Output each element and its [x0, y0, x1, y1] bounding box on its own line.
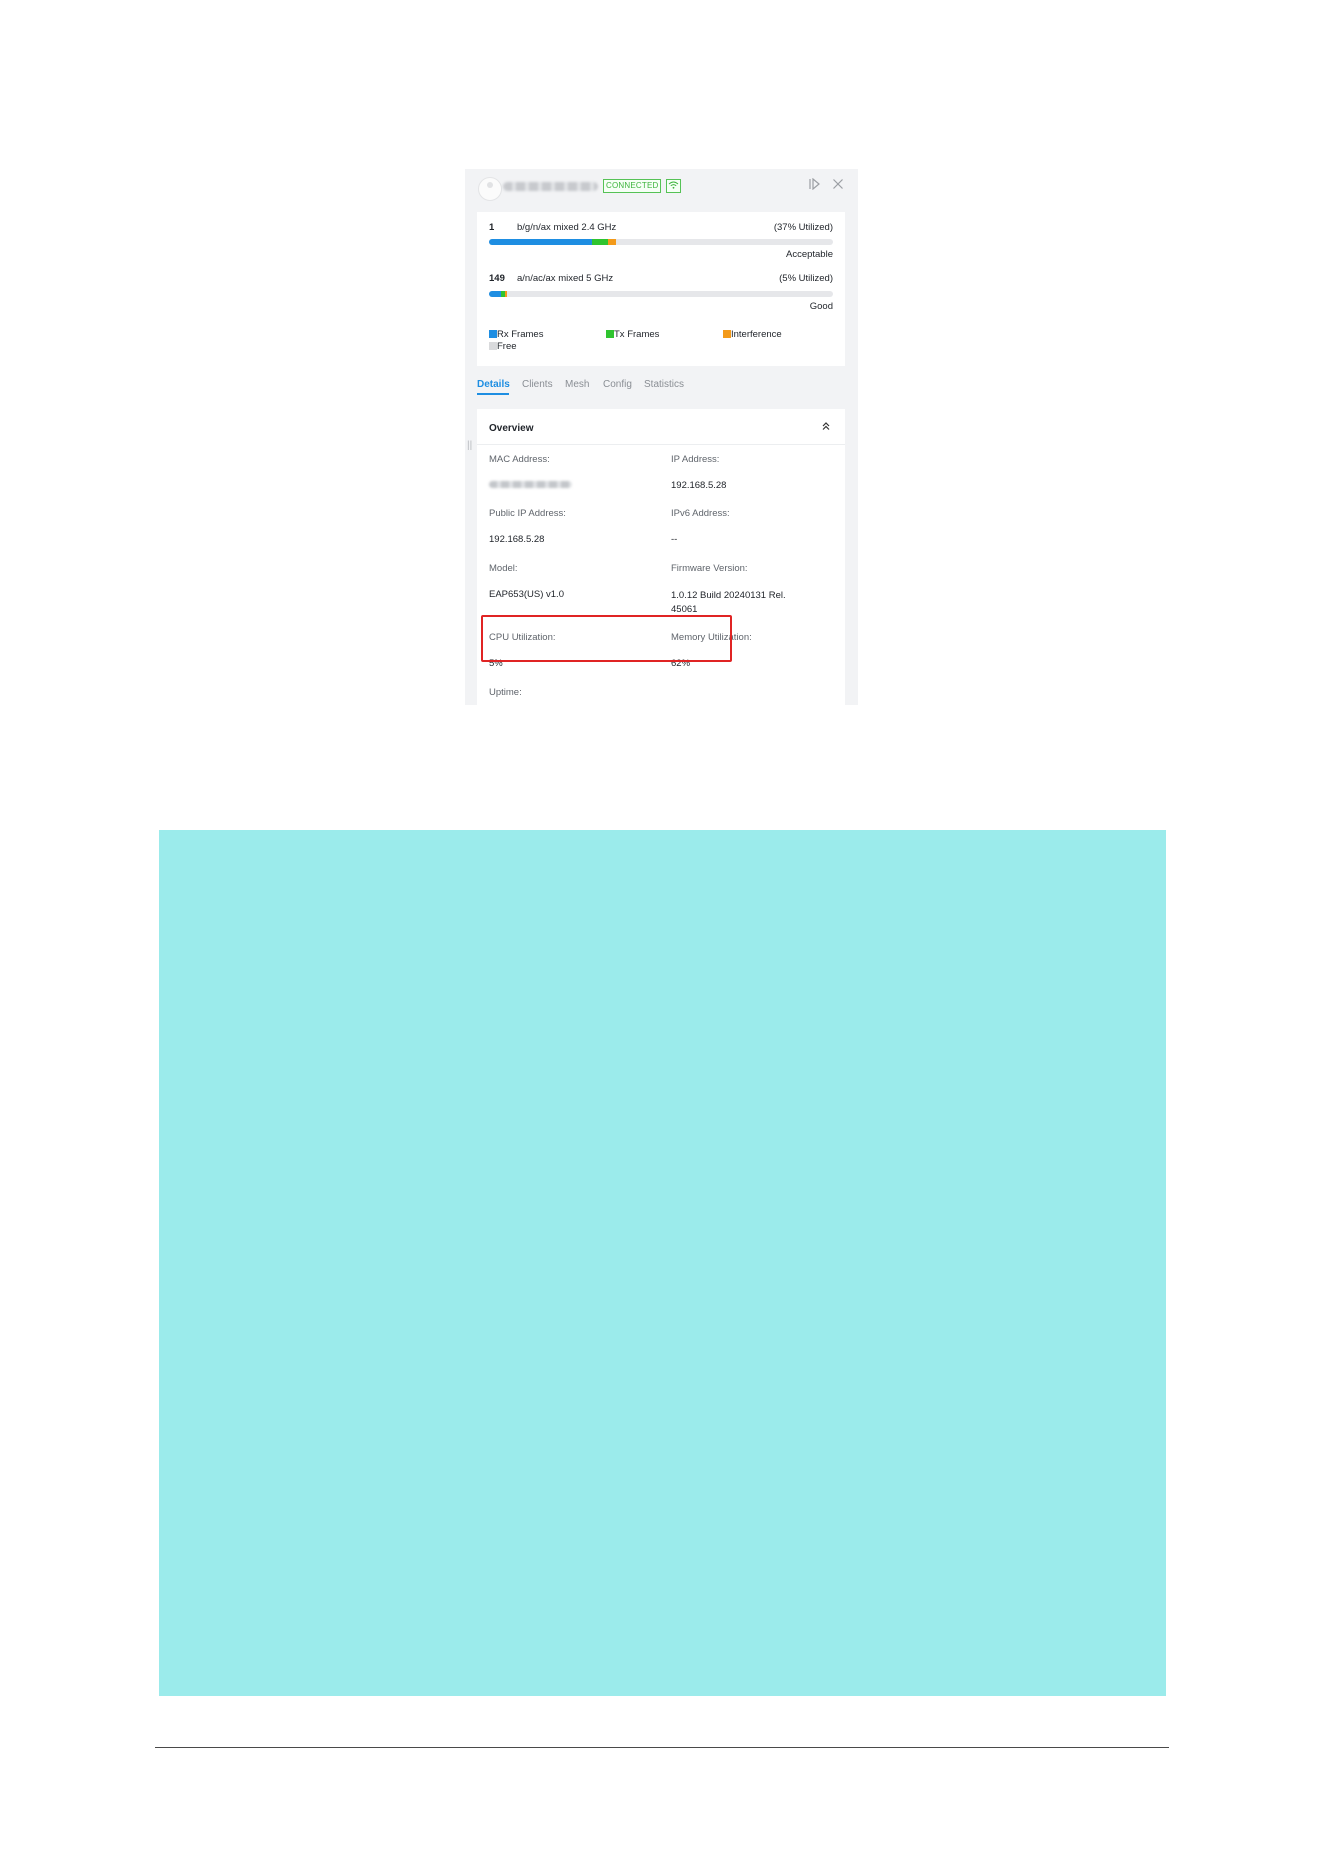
- mac-address-value-blurred: [489, 481, 572, 488]
- model-value: EAP653(US) v1.0: [489, 589, 564, 600]
- firmware-value: 1.0.12 Build 20240131 Rel. 45061: [671, 590, 786, 615]
- device-detail-panel: CONNECTED 1 b/g/n/ax mixed 2.4 GHz (37% …: [465, 169, 858, 705]
- overview-title: Overview: [489, 423, 534, 434]
- legend-interference-swatch: [723, 330, 731, 338]
- close-icon[interactable]: [832, 178, 844, 193]
- public-ip-value: 192.168.5.28: [489, 534, 545, 545]
- rx-segment: [489, 239, 593, 245]
- ipv6-value: --: [671, 534, 678, 545]
- interference-segment: [505, 291, 507, 297]
- legend-free-label: Free: [497, 341, 517, 352]
- ipv6-label: IPv6 Address:: [671, 508, 730, 519]
- radio-mode: a/n/ac/ax mixed 5 GHz: [517, 273, 614, 284]
- interference-segment: [607, 239, 617, 245]
- radio-utilization-card: 1 b/g/n/ax mixed 2.4 GHz (37% Utilized) …: [477, 212, 845, 366]
- firmware-label: Firmware Version:: [671, 563, 748, 574]
- quality-label: Acceptable: [785, 249, 833, 260]
- ip-address-label: IP Address:: [671, 454, 720, 465]
- overview-divider: [477, 444, 845, 445]
- utilization-bar-24ghz: [489, 239, 833, 245]
- ip-address-value: 192.168.5.28: [671, 480, 727, 491]
- tab-statistics[interactable]: Statistics: [644, 378, 684, 392]
- device-avatar: [478, 177, 502, 201]
- active-tab-indicator: [477, 393, 509, 395]
- radio-mode: b/g/n/ax mixed 2.4 GHz: [517, 222, 617, 233]
- placeholder-block: [159, 830, 1166, 1696]
- model-label: Model:: [489, 563, 518, 574]
- resize-handle-icon[interactable]: ||: [467, 441, 472, 451]
- public-ip-label: Public IP Address:: [489, 508, 566, 519]
- utilization-text: (5% Utilized): [779, 273, 833, 284]
- utilization-text: (37% Utilized): [773, 222, 833, 233]
- legend-tx-label: Tx Frames: [614, 329, 660, 340]
- legend-interference-label: Interference: [731, 329, 782, 340]
- legend-rx-swatch: [489, 330, 497, 338]
- device-name-blurred: [503, 182, 598, 191]
- tx-segment: [592, 239, 608, 245]
- channel-number: 1: [489, 222, 495, 233]
- legend-tx: Tx Frames: [606, 329, 659, 340]
- utilization-bar-5ghz: [489, 291, 833, 297]
- rx-segment: [489, 291, 502, 297]
- uptime-label: Uptime:: [489, 687, 522, 698]
- tab-mesh[interactable]: Mesh: [565, 378, 589, 392]
- legend-tx-swatch: [606, 330, 614, 338]
- channel-number: 149: [489, 273, 505, 284]
- tab-config[interactable]: Config: [603, 378, 632, 392]
- panel-collapse-icon[interactable]: [808, 177, 821, 193]
- utilization-legend: Rx Frames Tx Frames Interference Free: [489, 329, 839, 355]
- tab-details[interactable]: Details: [477, 378, 510, 392]
- radio-row-5ghz: 149 a/n/ac/ax mixed 5 GHz (5% Utilized): [489, 273, 833, 285]
- quality-label: Good: [809, 301, 833, 312]
- legend-interference: Interference: [723, 329, 782, 340]
- wifi-icon: [666, 179, 681, 193]
- panel-header: CONNECTED: [465, 169, 858, 205]
- legend-free-swatch: [489, 342, 497, 350]
- status-badge: CONNECTED: [603, 179, 662, 193]
- radio-row-24ghz: 1 b/g/n/ax mixed 2.4 GHz (37% Utilized): [489, 222, 833, 234]
- wifi-icon-glyph: [668, 181, 679, 189]
- legend-rx: Rx Frames: [489, 329, 543, 340]
- footer-rule: [155, 1747, 1169, 1748]
- legend-free: Free: [489, 341, 517, 352]
- collapse-overview-icon[interactable]: [821, 420, 831, 434]
- legend-rx-label: Rx Frames: [497, 329, 544, 340]
- mac-address-label: MAC Address:: [489, 454, 550, 465]
- utilization-highlight-box: [481, 615, 732, 662]
- tab-clients[interactable]: Clients: [522, 378, 553, 392]
